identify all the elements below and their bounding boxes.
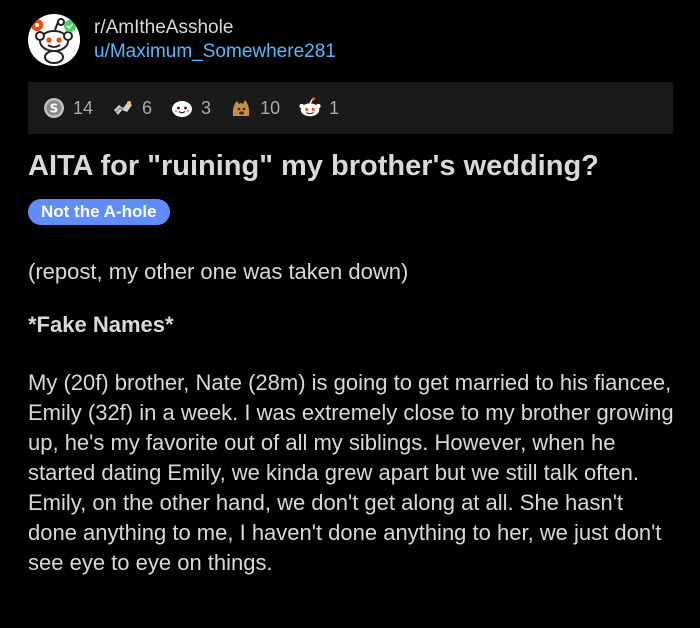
helpful-award-icon bbox=[111, 96, 135, 120]
body-paragraph: *Fake Names* bbox=[28, 312, 174, 337]
award-count: 10 bbox=[260, 97, 281, 118]
subreddit-name[interactable]: r/AmItheAsshole bbox=[94, 16, 336, 40]
award-count: 3 bbox=[201, 97, 212, 118]
body-paragraph: My (20f) brother, Nate (28m) is going to… bbox=[28, 370, 674, 575]
snoo-icon bbox=[31, 18, 76, 64]
awards-bar[interactable]: S 14 6 3 10 1 bbox=[28, 82, 673, 134]
author-username[interactable]: u/Maximum_Somewhere281 bbox=[94, 40, 336, 64]
body-paragraph: (repost, my other one was taken down) bbox=[28, 259, 409, 284]
post-meta: r/AmItheAsshole u/Maximum_Somewhere281 bbox=[94, 16, 336, 64]
post-title[interactable]: AITA for "ruining" my brother's wedding? bbox=[28, 146, 678, 186]
award-count: 14 bbox=[73, 97, 94, 118]
award-helpful[interactable]: 6 bbox=[111, 96, 152, 120]
award-snoo[interactable]: 1 bbox=[298, 96, 339, 120]
award-silver[interactable]: S 14 bbox=[42, 96, 93, 120]
post-body: (repost, my other one was taken down) *F… bbox=[28, 257, 678, 578]
post-header: r/AmItheAsshole u/Maximum_Somewhere281 bbox=[28, 14, 336, 66]
silver-award-icon: S bbox=[42, 96, 66, 120]
award-count: 6 bbox=[142, 97, 153, 118]
award-wholesome[interactable]: 3 bbox=[170, 96, 211, 120]
wholesome-award-icon bbox=[170, 96, 194, 120]
subreddit-avatar[interactable] bbox=[28, 14, 80, 66]
snoo-award-icon bbox=[298, 96, 322, 120]
award-count: 1 bbox=[329, 97, 340, 118]
award-doge[interactable]: 10 bbox=[229, 96, 280, 120]
doge-award-icon bbox=[229, 96, 253, 120]
post-flair[interactable]: Not the A-hole bbox=[28, 199, 170, 225]
svg-text:S: S bbox=[50, 102, 59, 116]
